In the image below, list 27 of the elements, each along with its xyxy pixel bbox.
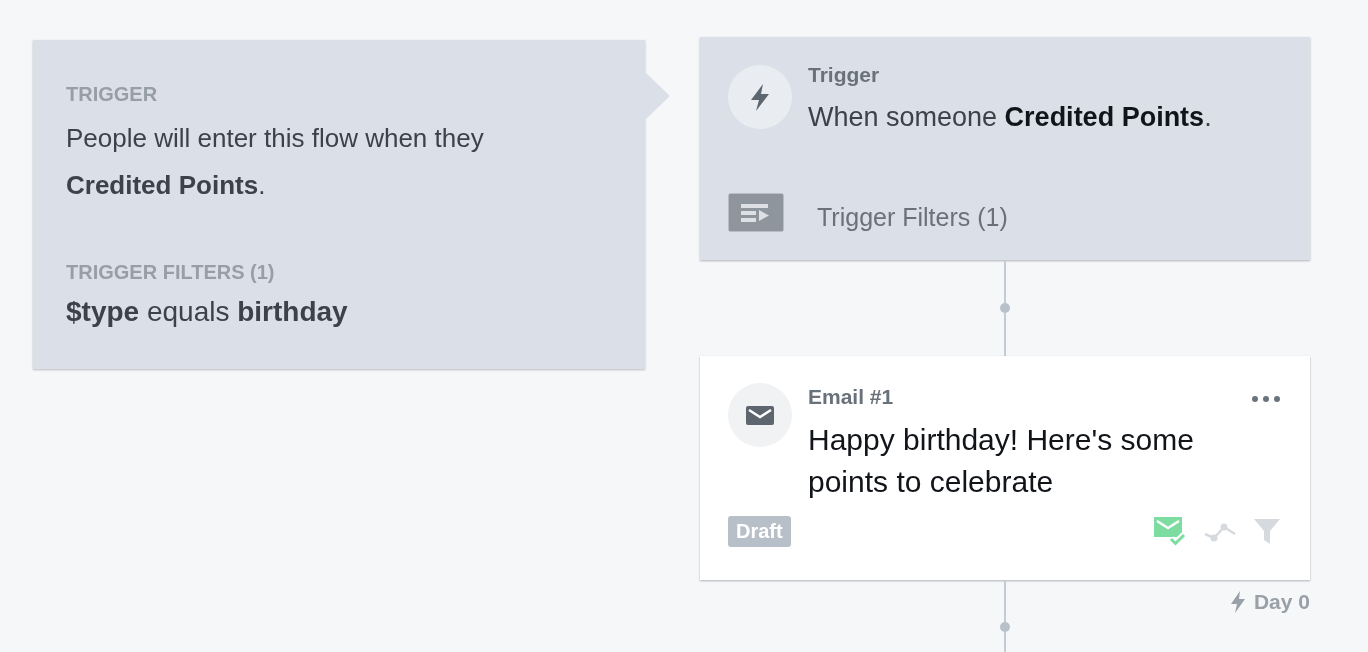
connector-line	[1004, 260, 1006, 303]
mail-check-icon[interactable]	[1154, 516, 1186, 547]
section-heading: TRIGGER	[66, 82, 159, 106]
mail-icon	[728, 383, 792, 447]
connected-nodes-icon[interactable]	[1204, 521, 1236, 542]
trigger-description: People will enter this flow when they Credited Points.	[66, 122, 485, 202]
connector-line	[1004, 313, 1006, 356]
filter-icon[interactable]	[1254, 519, 1280, 544]
section-heading: TRIGGER FILTERS (1)	[66, 260, 276, 284]
email-card[interactable]: Email #1 Happy birthday! Here's some points to celebrate Draft	[700, 356, 1310, 580]
connector-line	[1004, 632, 1006, 652]
bolt-icon	[728, 65, 792, 129]
step-label: Trigger	[808, 62, 881, 88]
dot-icon	[1000, 622, 1010, 632]
status-badge: Draft	[728, 516, 791, 547]
trigger-description: When someone Credited Points.	[808, 101, 1213, 134]
dot-icon	[1000, 303, 1010, 313]
connector-line	[1004, 580, 1006, 622]
trigger-card[interactable]: Trigger When someone Credited Points. Trigger Filters (1)	[700, 37, 1310, 260]
step-label: Email #1	[808, 384, 895, 410]
filter-list-icon	[728, 193, 784, 232]
more-icon[interactable]	[1252, 396, 1280, 402]
filter-condition: $type equals birthday	[66, 295, 349, 329]
email-subject: Happy birthday! Here's some points to celebrate	[808, 422, 1195, 500]
delay-label: Day 0	[1253, 590, 1310, 614]
bolt-icon	[1229, 591, 1246, 613]
trigger-filters-label: Trigger Filters (1)	[817, 203, 1008, 232]
